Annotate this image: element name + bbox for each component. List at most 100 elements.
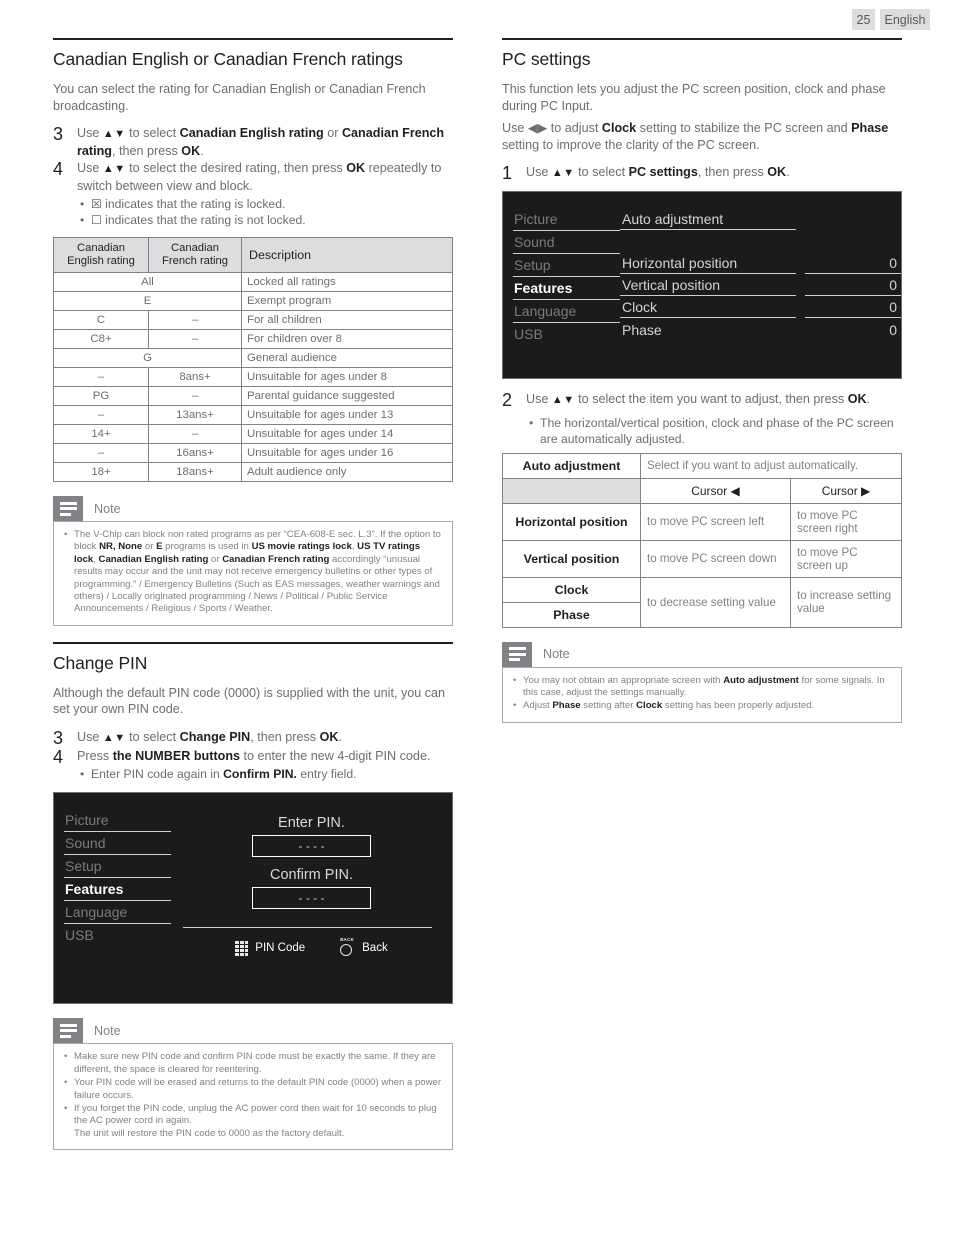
osd-setting-row[interactable]: Vertical position 0 bbox=[620, 274, 901, 296]
table-row: 18+ 18ans+ Adult audience only bbox=[53, 462, 453, 482]
cursor-right-action-merged: to increase setting value bbox=[790, 576, 902, 628]
table-row: E Exempt program bbox=[53, 291, 453, 311]
rating-description: For all children bbox=[241, 310, 453, 330]
step2-bullet-list: The horizontal/vertical position, clock … bbox=[526, 415, 902, 447]
left-column: Canadian English or Canadian French rati… bbox=[53, 38, 453, 1151]
step-text-part: . bbox=[866, 392, 871, 406]
pc-settings-intro-1: This function lets you adjust the PC scr… bbox=[502, 82, 886, 113]
pin-entry-area: Enter PIN. - - - - Confirm PIN. - - - - bbox=[171, 809, 452, 910]
osd-menu-item-language[interactable]: Language bbox=[513, 300, 620, 323]
note-box-pin: Note Make sure new PIN code and confirm … bbox=[53, 1018, 453, 1151]
step-text-bold: PC settings bbox=[628, 165, 698, 179]
step-text-part: Use bbox=[77, 729, 103, 744]
up-down-arrows-icon: ▲▼ bbox=[102, 731, 126, 744]
row-label: Phase bbox=[502, 601, 641, 628]
intro-part: to adjust bbox=[547, 121, 602, 135]
note-list: Make sure new PIN code and confirm PIN c… bbox=[63, 1051, 443, 1140]
confirm-pin-field[interactable]: - - - - bbox=[252, 887, 371, 910]
step-text-part: . bbox=[338, 729, 342, 744]
note-list: You may not obtain an appropriate screen… bbox=[512, 675, 892, 714]
osd-menu-item-language[interactable]: Language bbox=[64, 901, 171, 925]
osd-settings-rows[interactable]: Auto adjustment Horizontal position 0 Verti… bbox=[620, 208, 901, 378]
table-row-cursor-headers: Cursor ◀ Cursor ▶ bbox=[502, 477, 902, 504]
osd-setting-value: 0 bbox=[805, 297, 901, 318]
osd-menu-item-sound[interactable]: Sound bbox=[64, 832, 171, 856]
osd-main-pin: Enter PIN. - - - - Confirm PIN. - - - - … bbox=[171, 809, 452, 1003]
confirm-pin-label: Confirm PIN. bbox=[270, 867, 353, 884]
rating-value-english: – bbox=[53, 367, 149, 387]
section-title-change-pin: Change PIN bbox=[53, 652, 148, 673]
note-bold: NR, None bbox=[99, 541, 143, 553]
table-row: –16ans+ Unsuitable for ages under 16 bbox=[53, 443, 453, 463]
legend-unlocked: ☐ indicates that the rating is not locke… bbox=[77, 212, 453, 228]
table-row: –8ans+ Unsuitable for ages under 8 bbox=[53, 367, 453, 387]
osd-setting-row[interactable]: Clock 0 bbox=[620, 296, 901, 318]
osd-menu-item-features[interactable]: Features bbox=[64, 878, 171, 902]
note-item: The V-Chip can block non rated programs … bbox=[63, 529, 443, 616]
note-bold: E bbox=[156, 541, 163, 553]
table-row: Horizontal position to move PC screen le… bbox=[502, 502, 902, 541]
enter-pin-label: Enter PIN. bbox=[278, 815, 345, 832]
row-label: Auto adjustment bbox=[502, 452, 641, 479]
note-header: Note bbox=[53, 496, 453, 521]
up-down-arrows-icon: ▲▼ bbox=[551, 167, 575, 179]
table-row: G General audience bbox=[53, 348, 453, 368]
col-header-label: Canadian English rating bbox=[67, 242, 135, 267]
substep-confirm-pin: Enter PIN code again in Confirm PIN. ent… bbox=[77, 766, 430, 782]
footer-label: Back bbox=[362, 942, 388, 955]
rating-description: For children over 8 bbox=[241, 329, 453, 349]
back-icon-text: BACK bbox=[340, 937, 355, 943]
table-row: PG – Parental guidance suggested bbox=[53, 386, 453, 406]
substep-tail: entry field. bbox=[296, 767, 357, 782]
footer-pin-code[interactable]: PIN Code bbox=[235, 940, 305, 956]
osd-setting-row[interactable]: Horizontal position 0 bbox=[620, 252, 901, 274]
page-header: 25 English bbox=[852, 9, 930, 30]
osd-menu-item-usb[interactable]: USB bbox=[513, 323, 620, 345]
osd-divider bbox=[183, 927, 432, 929]
osd-setting-row[interactable] bbox=[620, 230, 901, 252]
cursor-left-action: to move PC screen left bbox=[640, 502, 791, 541]
enter-pin-field[interactable]: - - - - bbox=[252, 835, 371, 858]
osd-setting-row[interactable]: Auto adjustment bbox=[620, 208, 901, 230]
rating-value-french: 18ans+ bbox=[148, 462, 242, 482]
step-text: Use ▲▼ to select PC settings, then press… bbox=[526, 164, 790, 182]
empty-cell bbox=[502, 477, 641, 504]
footer-back[interactable]: BACK Back bbox=[339, 937, 388, 957]
osd-menu-item-picture[interactable]: Picture bbox=[513, 208, 620, 231]
step-number: 3 bbox=[53, 124, 64, 144]
osd-menu-item-picture[interactable]: Picture bbox=[64, 809, 171, 833]
step-3-change-pin: 3 Use ▲▼ to select Change PIN, then pres… bbox=[53, 729, 453, 747]
step-text-part: Use bbox=[526, 392, 552, 406]
osd-sidebar-menu[interactable]: Picture Sound Setup Features Language USB bbox=[503, 208, 620, 378]
step-text-part: , then press bbox=[111, 143, 182, 158]
osd-setting-value: 0 bbox=[805, 253, 901, 274]
keypad-icon bbox=[235, 940, 249, 956]
step2-bullet: The horizontal/vertical position, clock … bbox=[526, 415, 902, 447]
osd-setting-name: Auto adjustment bbox=[620, 209, 796, 230]
substep-list: Enter PIN code again in Confirm PIN. ent… bbox=[77, 766, 430, 782]
note-title: Note bbox=[543, 647, 570, 661]
osd-setting-name: Clock bbox=[620, 297, 796, 318]
step-text-part: Use bbox=[77, 126, 103, 140]
osd-menu-item-usb[interactable]: USB bbox=[64, 924, 171, 946]
osd-menu-item-features[interactable]: Features bbox=[513, 277, 620, 300]
step-text-part: to select the item you want to adjust, t… bbox=[574, 392, 848, 406]
note-bold: Canadian French rating bbox=[222, 553, 330, 565]
osd-menu-item-setup[interactable]: Setup bbox=[513, 254, 620, 277]
step-text-part: to select bbox=[574, 165, 629, 179]
table-row: 14+ – Unsuitable for ages under 14 bbox=[53, 424, 453, 444]
intro-part: Use bbox=[502, 121, 528, 135]
osd-menu-item-setup[interactable]: Setup bbox=[64, 855, 171, 879]
osd-sidebar-menu[interactable]: Picture Sound Setup Features Language USB bbox=[54, 809, 171, 1003]
row-label: Clock bbox=[502, 576, 641, 603]
table-row: C8+ – For children over 8 bbox=[53, 329, 453, 349]
back-icon-ring bbox=[340, 944, 353, 957]
intro-part: setting to improve the clarity of the PC… bbox=[502, 137, 760, 152]
note-item: Adjust Phase setting after Clock setting… bbox=[512, 700, 892, 713]
note-item: Your PIN code will be erased and returns… bbox=[63, 1077, 443, 1102]
step-3-canadian: 3 Use ▲▼ to select Canadian English rati… bbox=[53, 125, 453, 159]
osd-menu-item-sound[interactable]: Sound bbox=[513, 231, 620, 254]
osd-setting-row[interactable]: Phase 0 bbox=[620, 318, 901, 340]
back-icon: BACK bbox=[339, 937, 355, 957]
col-header-label: Canadian French rating bbox=[162, 242, 228, 267]
